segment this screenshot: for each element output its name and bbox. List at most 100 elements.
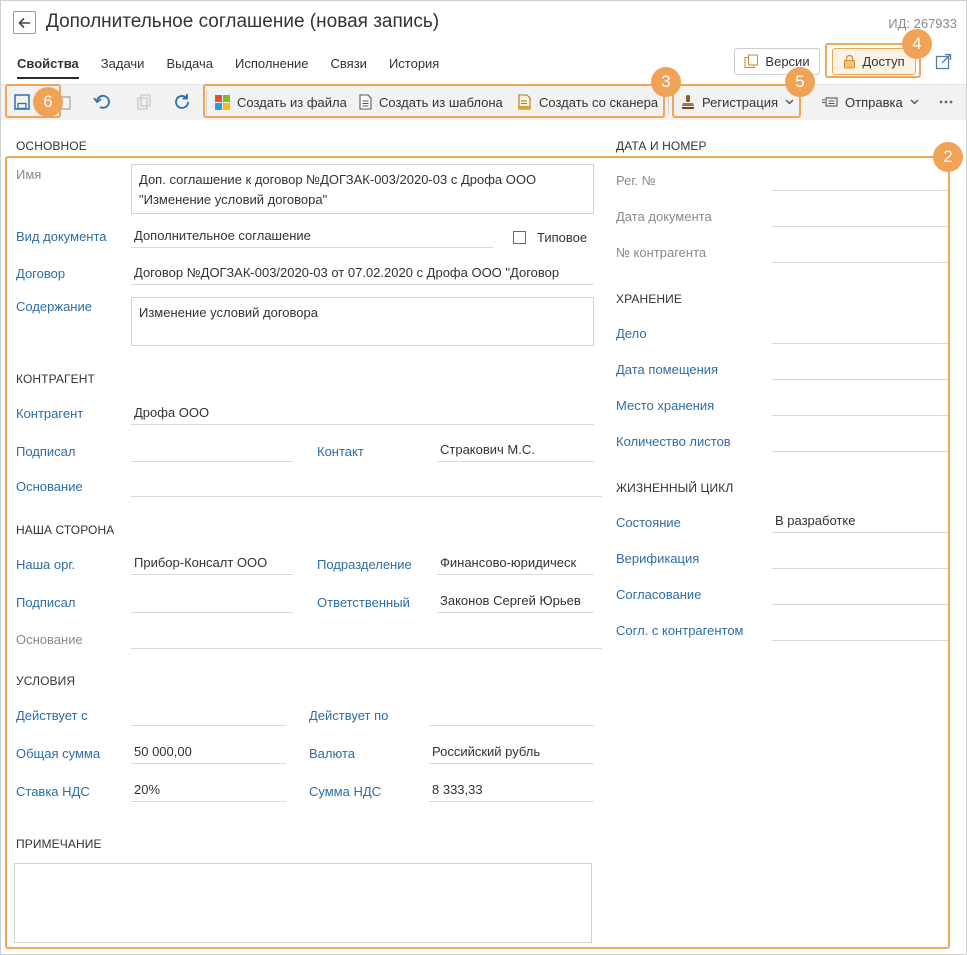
tab-tasks[interactable]: Задачи <box>90 53 156 79</box>
section-storage-heading: ХРАНЕНИЕ <box>616 292 682 306</box>
doc-date-field[interactable] <box>772 206 948 227</box>
reg-no-field[interactable] <box>772 170 948 191</box>
our-org-field[interactable]: Прибор-Консалт ООО <box>131 554 293 575</box>
section-main-heading: ОСНОВНОЕ <box>16 139 87 153</box>
vat-sum-field[interactable]: 8 333,33 <box>429 781 594 802</box>
doc-date-label: Дата документа <box>616 209 712 224</box>
send-dropdown-button[interactable]: Отправка <box>822 92 919 112</box>
case-field[interactable] <box>772 323 948 344</box>
storage-place-field[interactable] <box>772 395 948 416</box>
basis-label[interactable]: Основание <box>16 479 83 494</box>
our-org-label[interactable]: Наша орг. <box>16 557 75 572</box>
vat-rate-label[interactable]: Ставка НДС <box>16 784 90 799</box>
placement-date-label[interactable]: Дата помещения <box>616 362 718 377</box>
our-signed-label[interactable]: Подписал <box>16 595 76 610</box>
more-horizontal-icon <box>939 100 953 104</box>
counterparty-no-field[interactable] <box>772 242 948 263</box>
verification-label[interactable]: Верификация <box>616 551 699 566</box>
signed-label[interactable]: Подписал <box>16 444 76 459</box>
tab-execution[interactable]: Исполнение <box>224 53 320 79</box>
copy-icon <box>137 94 151 110</box>
contract-field[interactable]: Договор №ДОГЗАК-003/2020-03 от 07.02.202… <box>131 264 594 285</box>
section-our-side-heading: НАША СТОРОНА <box>16 523 115 537</box>
valid-to-field[interactable] <box>429 705 594 726</box>
typical-label: Типовое <box>537 230 588 245</box>
department-label[interactable]: Подразделение <box>317 557 412 572</box>
undo-icon <box>93 94 110 109</box>
sheets-count-field[interactable] <box>772 431 948 452</box>
responsible-label[interactable]: Ответственный <box>317 595 410 610</box>
case-label[interactable]: Дело <box>616 326 647 341</box>
vat-rate-field[interactable]: 20% <box>131 781 286 802</box>
basis-field[interactable] <box>131 476 602 497</box>
total-sum-field[interactable]: 50 000,00 <box>131 743 286 764</box>
undo-button[interactable] <box>91 92 113 112</box>
section-counterparty-heading: КОНТРАГЕНТ <box>16 372 95 386</box>
counterparty-label[interactable]: Контрагент <box>16 406 83 421</box>
approval-label[interactable]: Согласование <box>616 587 701 602</box>
callout-badge-6: 6 <box>33 87 63 117</box>
doc-kind-label[interactable]: Вид документа <box>16 229 107 244</box>
state-field[interactable]: В разработке <box>772 512 948 533</box>
page-title: Дополнительное соглашение (новая запись) <box>46 11 440 32</box>
storage-place-label[interactable]: Место хранения <box>616 398 714 413</box>
content-label[interactable]: Содержание <box>16 299 92 314</box>
content-field[interactable]: Изменение условий договора <box>131 297 594 346</box>
arrow-left-icon <box>18 17 30 28</box>
reg-no-label: Рег. № <box>616 173 656 188</box>
refresh-button[interactable] <box>171 92 193 112</box>
callout-box-5 <box>672 84 801 118</box>
state-label[interactable]: Состояние <box>616 515 681 530</box>
counterparty-no-label: № контрагента <box>616 245 707 260</box>
department-field[interactable]: Финансово-юридическ <box>437 554 594 575</box>
callout-badge-5: 5 <box>785 67 815 97</box>
valid-from-field[interactable] <box>131 705 286 726</box>
callout-badge-4: 4 <box>902 29 932 59</box>
typical-checkbox[interactable] <box>513 231 526 244</box>
name-field[interactable]: Доп. соглашение к договор №ДОГЗАК-003/20… <box>131 164 594 214</box>
note-field[interactable] <box>14 863 592 943</box>
name-label: Имя <box>16 167 42 182</box>
signed-field[interactable] <box>131 441 293 462</box>
vat-sum-label[interactable]: Сумма НДС <box>309 784 381 799</box>
currency-field[interactable]: Российский рубль <box>429 743 594 764</box>
sheets-count-label[interactable]: Количество листов <box>616 434 731 449</box>
copy-button[interactable] <box>133 92 155 112</box>
more-menu-button[interactable] <box>939 92 953 112</box>
verification-field[interactable] <box>772 548 948 569</box>
valid-to-label[interactable]: Действует по <box>309 708 388 723</box>
counterparty-approval-label[interactable]: Согл. с контрагентом <box>616 623 744 638</box>
section-terms-heading: УСЛОВИЯ <box>16 674 76 688</box>
currency-label[interactable]: Валюта <box>309 746 355 761</box>
back-button[interactable] <box>13 11 36 34</box>
our-signed-field[interactable] <box>131 592 293 613</box>
contact-field[interactable]: Стракович М.С. <box>437 441 594 462</box>
contact-label[interactable]: Контакт <box>317 444 364 459</box>
section-lifecycle-heading: ЖИЗНЕННЫЙ ЦИКЛ <box>616 481 734 495</box>
approval-field[interactable] <box>772 584 948 605</box>
callout-badge-2: 2 <box>933 142 963 172</box>
placement-date-field[interactable] <box>772 359 948 380</box>
open-in-new-window-icon[interactable] <box>935 53 952 73</box>
versions-icon <box>744 54 759 68</box>
contract-label[interactable]: Договор <box>16 266 65 281</box>
send-icon <box>822 97 838 107</box>
callout-box-3 <box>203 84 665 118</box>
tab-history[interactable]: История <box>378 53 450 79</box>
doc-kind-field[interactable]: Дополнительное соглашение <box>131 227 493 248</box>
responsible-field[interactable]: Законов Сергей Юрьев <box>437 592 594 613</box>
counterparty-approval-field[interactable] <box>772 620 948 641</box>
tab-links[interactable]: Связи <box>320 53 378 79</box>
our-basis-field[interactable] <box>131 628 602 649</box>
callout-badge-3: 3 <box>651 67 681 97</box>
valid-from-label[interactable]: Действует с <box>16 708 88 723</box>
section-date-number-heading: ДАТА И НОМЕР <box>616 139 707 153</box>
send-label: Отправка <box>845 94 903 110</box>
tab-properties[interactable]: Свойства <box>6 53 90 79</box>
tab-bar: Свойства Задачи Выдача Исполнение Связи … <box>6 53 450 79</box>
counterparty-field[interactable]: Дрофа ООО <box>131 404 594 425</box>
document-id: ИД: 267933 <box>888 16 957 31</box>
total-sum-label[interactable]: Общая сумма <box>16 746 100 761</box>
section-note-heading: ПРИМЕЧАНИЕ <box>16 837 102 851</box>
tab-issue[interactable]: Выдача <box>155 53 224 79</box>
